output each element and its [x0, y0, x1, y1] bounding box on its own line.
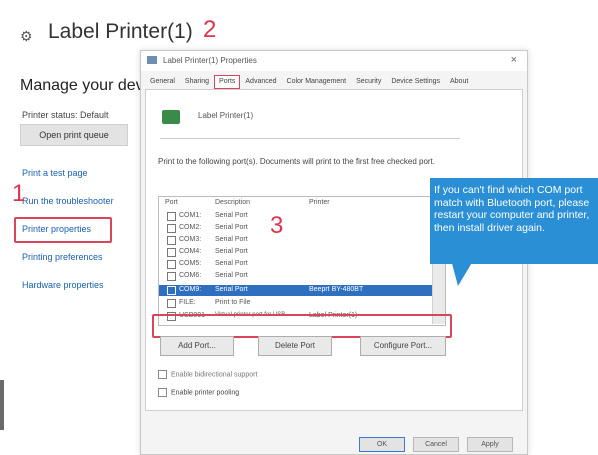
- column-port[interactable]: Port: [165, 199, 178, 206]
- pooling-label: Enable printer pooling: [171, 389, 240, 397]
- port-row-selected[interactable]: COM9: Serial Port Beeprt BY-480BT: [159, 285, 445, 296]
- tab-color-management[interactable]: Color Management: [282, 75, 352, 89]
- port-checkbox[interactable]: [167, 286, 176, 295]
- printer-small-icon: [147, 56, 157, 64]
- port-name: COM9:: [179, 286, 202, 293]
- pooling-checkbox[interactable]: [158, 388, 167, 397]
- tab-ports[interactable]: Ports: [214, 75, 241, 89]
- port-printer: Beeprt BY-480BT: [309, 286, 364, 293]
- selected-port-highlight: [152, 314, 452, 338]
- troubleshooter-link[interactable]: Run the troubleshooter: [22, 196, 114, 206]
- printer-properties-highlight: [14, 217, 112, 243]
- port-row[interactable]: COM6: Serial Port: [159, 271, 445, 282]
- port-description: Serial Port: [215, 224, 248, 231]
- configure-port-button[interactable]: Configure Port...: [360, 336, 446, 356]
- port-row[interactable]: COM2: Serial Port: [159, 223, 445, 234]
- port-description: Print to File: [215, 299, 251, 306]
- port-name: COM6:: [179, 272, 202, 279]
- close-icon[interactable]: ×: [511, 54, 517, 66]
- port-row[interactable]: FILE: Print to File: [159, 298, 445, 309]
- tab-strip: General Sharing Ports Advanced Color Man…: [145, 75, 473, 89]
- ports-list[interactable]: Port Description Printer COM1: Serial Po…: [158, 196, 446, 326]
- step-2-marker: 2: [203, 16, 217, 43]
- open-queue-button[interactable]: Open print queue: [20, 124, 128, 146]
- tab-about[interactable]: About: [445, 75, 473, 89]
- tab-device-settings[interactable]: Device Settings: [386, 75, 445, 89]
- port-description: Serial Port: [215, 212, 248, 219]
- tip-text: If you can't find which COM port match w…: [434, 184, 590, 234]
- tab-general[interactable]: General: [145, 75, 180, 89]
- column-printer[interactable]: Printer: [309, 199, 330, 206]
- port-description: Serial Port: [215, 236, 248, 243]
- port-checkbox[interactable]: [167, 260, 176, 269]
- port-name: COM1:: [179, 212, 202, 219]
- port-name: COM2:: [179, 224, 202, 231]
- printer-name: Label Printer(1): [198, 111, 254, 120]
- port-row[interactable]: COM5: Serial Port: [159, 259, 445, 270]
- step-3-marker: 3: [270, 212, 284, 239]
- bidirectional-label: Enable bidirectional support: [171, 371, 258, 379]
- port-checkbox[interactable]: [167, 212, 176, 221]
- settings-gear-icon: ⚙: [20, 28, 33, 44]
- port-row[interactable]: COM3: Serial Port: [159, 235, 445, 246]
- port-row[interactable]: COM4: Serial Port: [159, 247, 445, 258]
- add-port-button[interactable]: Add Port...: [160, 336, 234, 356]
- bidirectional-checkbox[interactable]: [158, 370, 167, 379]
- port-row[interactable]: COM1: Serial Port: [159, 211, 445, 222]
- page-title: Label Printer(1): [48, 20, 193, 43]
- pooling-option[interactable]: Enable printer pooling: [158, 388, 239, 397]
- manage-heading: Manage your devi: [20, 77, 148, 94]
- tab-advanced[interactable]: Advanced: [240, 75, 281, 89]
- delete-port-button[interactable]: Delete Port: [258, 336, 332, 356]
- bidirectional-option[interactable]: Enable bidirectional support: [158, 370, 257, 379]
- ok-button[interactable]: OK: [359, 437, 405, 452]
- window-edge: [0, 380, 4, 430]
- printing-preferences-link[interactable]: Printing preferences: [22, 252, 103, 262]
- port-name: COM4:: [179, 248, 202, 255]
- tab-sharing[interactable]: Sharing: [180, 75, 214, 89]
- port-name: COM5:: [179, 260, 202, 267]
- column-description[interactable]: Description: [215, 199, 250, 206]
- dialog-title: Label Printer(1) Properties: [163, 56, 257, 65]
- port-name: COM3:: [179, 236, 202, 243]
- apply-button[interactable]: Apply: [467, 437, 513, 452]
- hardware-properties-link[interactable]: Hardware properties: [22, 280, 104, 290]
- port-name: FILE:: [179, 299, 196, 306]
- port-checkbox[interactable]: [167, 236, 176, 245]
- port-description: Serial Port: [215, 260, 248, 267]
- port-description: Serial Port: [215, 286, 248, 293]
- tab-security[interactable]: Security: [351, 75, 386, 89]
- step-1-marker: 1: [12, 180, 26, 207]
- divider: [160, 138, 460, 139]
- printer-status: Printer status: Default: [22, 110, 109, 120]
- port-checkbox[interactable]: [167, 299, 176, 308]
- port-checkbox[interactable]: [167, 224, 176, 233]
- dialog-titlebar: Label Printer(1) Properties ×: [141, 51, 527, 71]
- print-test-page-link[interactable]: Print a test page: [22, 168, 88, 178]
- cancel-button[interactable]: Cancel: [413, 437, 459, 452]
- tip-callout: If you can't find which COM port match w…: [430, 178, 598, 264]
- printer-icon: [162, 110, 180, 124]
- port-checkbox[interactable]: [167, 248, 176, 257]
- ports-description: Print to the following port(s). Document…: [158, 157, 436, 166]
- port-description: Serial Port: [215, 272, 248, 279]
- port-checkbox[interactable]: [167, 272, 176, 281]
- port-description: Serial Port: [215, 248, 248, 255]
